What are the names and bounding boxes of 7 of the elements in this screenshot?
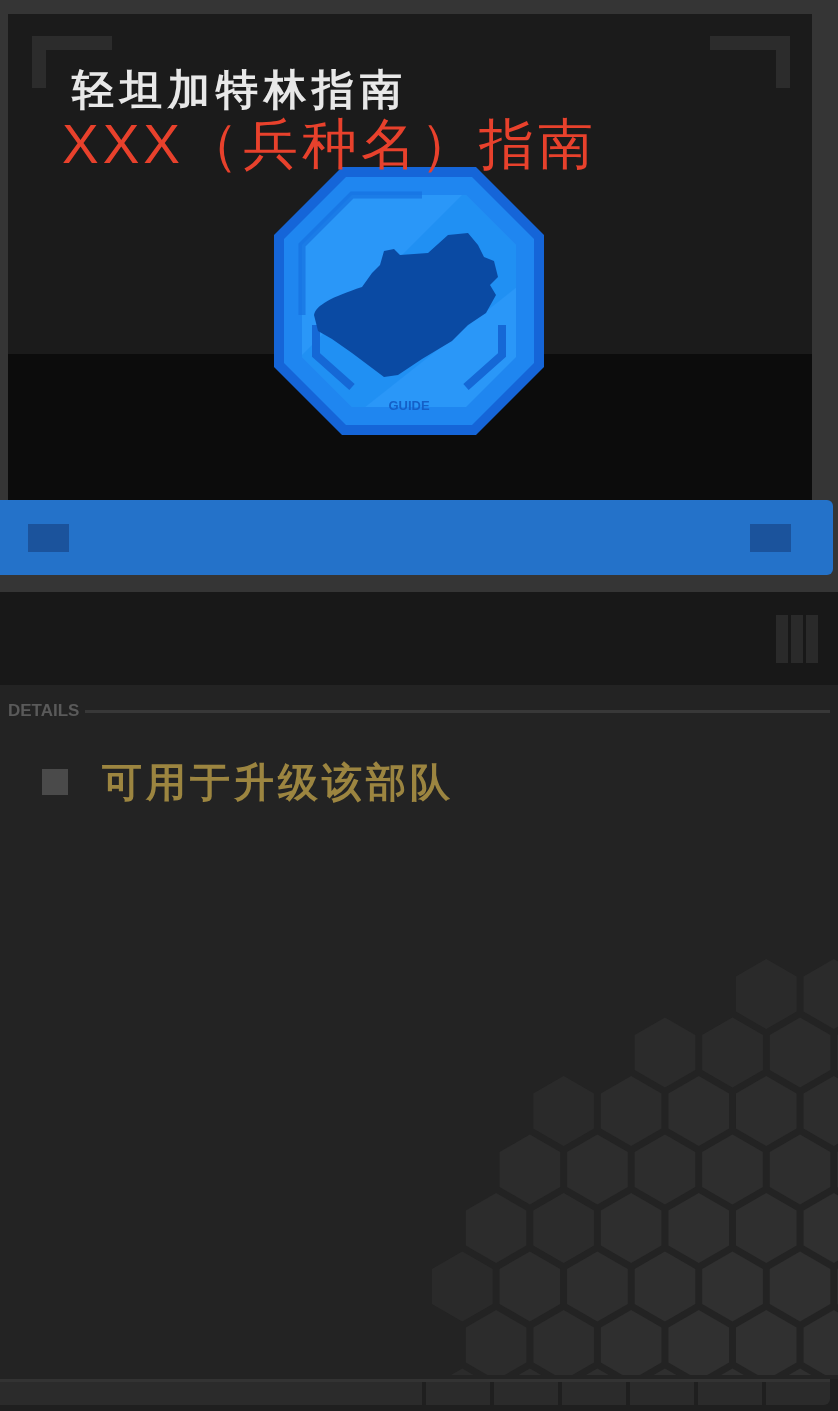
item-title: 轻坦加特林指南 (72, 66, 408, 114)
annotation-text: XXX（兵种名）指南 (62, 114, 598, 174)
square-icon (750, 523, 791, 552)
detail-text: 可用于升级该部队 (102, 759, 454, 805)
square-icon (28, 523, 69, 552)
tank-icon (314, 233, 498, 377)
bullet-icon (42, 769, 68, 795)
